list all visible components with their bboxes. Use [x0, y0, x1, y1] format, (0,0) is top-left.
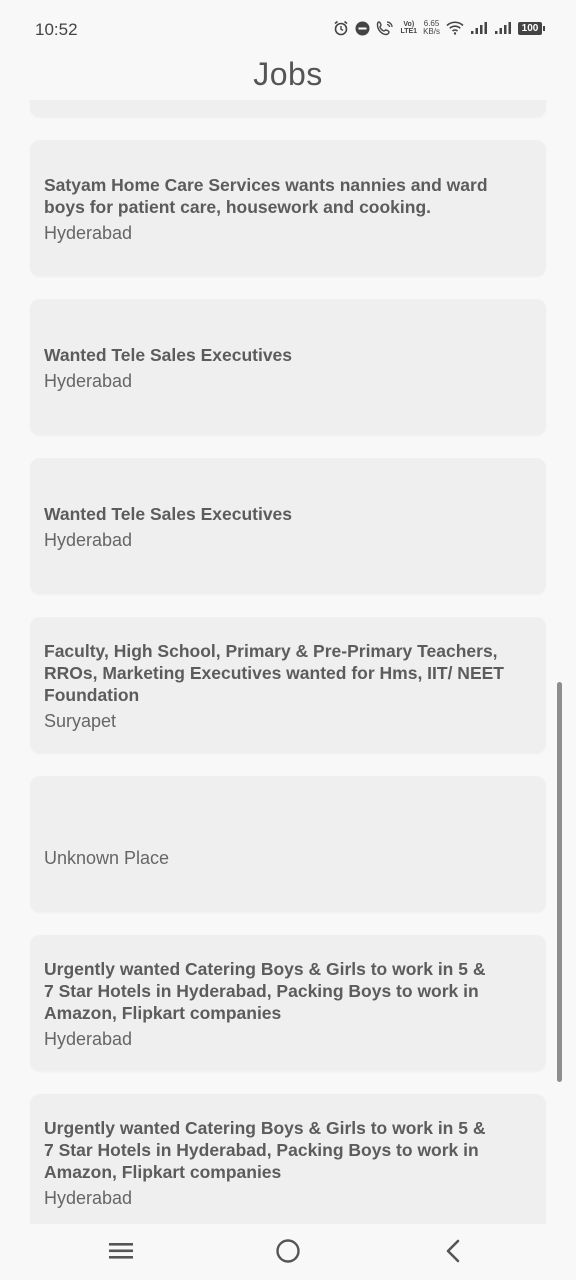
- signal-icon: [470, 21, 488, 35]
- job-title: Satyam Home Care Services wants nannies …: [44, 175, 488, 217]
- volte-top-label: Vo): [403, 21, 415, 28]
- job-title: Urgently wanted Catering Boys & Girls to…: [44, 959, 486, 1023]
- job-place: Hyderabad: [44, 223, 133, 243]
- alarm-icon: [333, 20, 349, 36]
- call-wifi-icon: [376, 20, 394, 36]
- job-place: Hyderabad: [44, 1029, 133, 1049]
- job-list[interactable]: Satyam Home Care Services wants nannies …: [0, 100, 576, 1224]
- speed-unit: KB/s: [423, 27, 440, 36]
- volte-bottom-label: LTE1: [400, 28, 418, 35]
- battery-icon: 100: [518, 21, 545, 35]
- job-card[interactable]: Urgently wanted Catering Boys & Girls to…: [30, 935, 546, 1071]
- job-card[interactable]: Wanted Tele Sales Executives Hyderabad: [30, 458, 546, 594]
- job-card[interactable]: Unknown Place: [30, 776, 546, 912]
- status-time: 10:52: [35, 20, 78, 39]
- page-title: Jobs: [253, 56, 323, 92]
- status-icons: Vo) LTE1 6.65 KB/s 100: [333, 20, 545, 36]
- job-place: Suryapet: [44, 711, 117, 731]
- dnd-icon: [355, 21, 370, 36]
- job-place: Hyderabad: [44, 371, 133, 391]
- job-card[interactable]: Faculty, High School, Primary & Pre-Prim…: [30, 617, 546, 753]
- wifi-icon: [446, 21, 464, 35]
- job-title: Wanted Tele Sales Executives: [44, 345, 293, 365]
- job-card[interactable]: Wanted Tele Sales Executives Hyderabad: [30, 299, 546, 435]
- signal-icon: [494, 21, 512, 35]
- job-place: Hyderabad: [44, 530, 133, 550]
- menu-icon[interactable]: [108, 1240, 134, 1267]
- network-speed: 6.65 KB/s: [423, 20, 440, 36]
- job-title: Wanted Tele Sales Executives: [44, 504, 293, 524]
- scrollbar[interactable]: [557, 682, 562, 1082]
- navigation-bar: [0, 1224, 576, 1280]
- job-place: Unknown Place: [44, 848, 170, 868]
- job-card[interactable]: Urgently wanted Catering Boys & Girls to…: [30, 1094, 546, 1224]
- job-title: Urgently wanted Catering Boys & Girls to…: [44, 1118, 486, 1182]
- job-title: Faculty, High School, Primary & Pre-Prim…: [44, 641, 504, 705]
- job-card[interactable]: [30, 100, 546, 117]
- battery-level: 100: [521, 22, 539, 34]
- job-card[interactable]: Satyam Home Care Services wants nannies …: [30, 140, 546, 276]
- volte-indicator: Vo) LTE1: [400, 21, 417, 35]
- back-icon[interactable]: [443, 1238, 463, 1269]
- status-bar: 10:52 Vo) LTE1 6.65 KB/s 100: [0, 0, 576, 60]
- job-place: Hyderabad: [44, 1188, 133, 1208]
- home-icon[interactable]: [275, 1238, 301, 1269]
